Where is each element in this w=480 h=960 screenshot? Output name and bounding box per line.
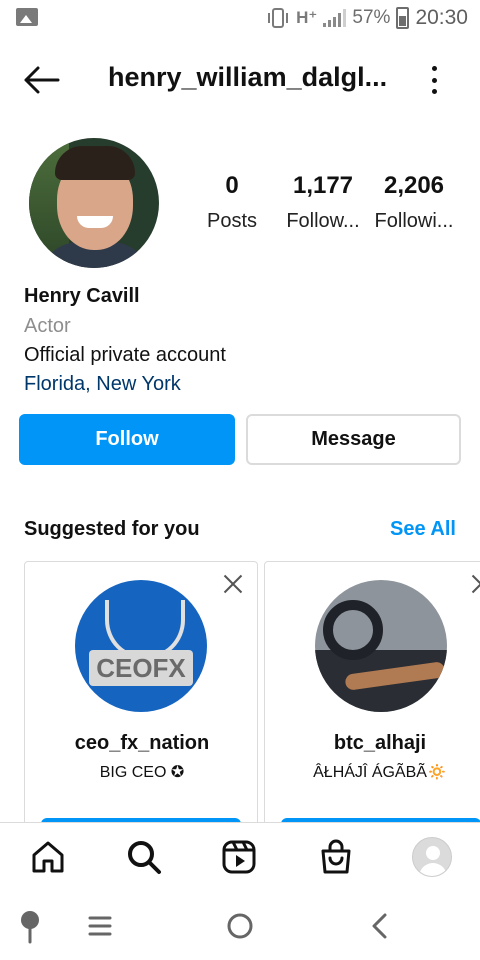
stat-label: Followi... <box>374 210 454 232</box>
home-icon[interactable] <box>28 837 68 877</box>
search-icon[interactable] <box>124 837 164 877</box>
clock: 20:30 <box>415 6 468 29</box>
message-button[interactable]: Message <box>246 414 461 465</box>
stat-label: Posts <box>206 210 258 232</box>
see-all-link[interactable]: See All <box>390 518 456 541</box>
shop-icon[interactable] <box>316 837 356 877</box>
stat-value: 2,206 <box>383 172 445 199</box>
stat-value: 1,177 <box>292 172 354 199</box>
profile-avatar[interactable] <box>29 138 159 268</box>
suggested-username[interactable]: ceo_fx_nation <box>25 732 257 755</box>
status-icons: H⁺ 57% 20:30 <box>266 6 468 30</box>
more-options-icon[interactable] <box>424 64 444 96</box>
assistant-icon[interactable] <box>12 908 48 944</box>
stat-label: Follow... <box>286 210 360 232</box>
profile-header: henry_william_dalgl... <box>0 48 480 112</box>
system-navigation <box>0 890 480 960</box>
suggested-avatar[interactable] <box>315 580 447 712</box>
status-bar: H⁺ 57% 20:30 <box>0 0 480 36</box>
back-chevron-icon[interactable] <box>362 908 398 944</box>
vibrate-icon <box>268 8 289 28</box>
profile-description: Official private account <box>24 344 226 366</box>
suggested-card[interactable]: btc_alhaji ÂŁHÁJÎ ÁGÃBÃ🔅 <box>264 561 480 831</box>
follow-button[interactable]: Follow <box>19 414 235 465</box>
suggested-title: Suggested for you <box>24 518 200 540</box>
suggested-username[interactable]: btc_alhaji <box>265 732 480 755</box>
stat-followers[interactable]: 1,177 Follow... <box>275 172 371 233</box>
gallery-icon <box>16 8 38 26</box>
profile-bio: Henry Cavill Actor Official private acco… <box>24 285 464 402</box>
suggested-avatar[interactable]: CEOFX <box>75 580 207 712</box>
bottom-navigation <box>0 822 480 890</box>
stat-posts[interactable]: 0 Posts <box>184 172 280 233</box>
reels-icon[interactable] <box>219 837 259 877</box>
signal-icon <box>323 9 347 27</box>
recents-icon[interactable] <box>82 908 118 944</box>
network-type: H⁺ <box>296 8 318 27</box>
profile-stats: 0 Posts 1,177 Follow... 2,206 Followi... <box>196 172 466 242</box>
profile-avatar-icon[interactable] <box>412 837 452 877</box>
stat-following[interactable]: 2,206 Followi... <box>366 172 462 233</box>
close-icon[interactable] <box>223 574 243 594</box>
stat-value: 0 <box>225 172 239 199</box>
avatar-text: CEOFX <box>89 650 193 686</box>
battery-charging-icon <box>396 7 410 29</box>
profile-location-link[interactable]: Florida, New York <box>24 373 464 402</box>
profile-category: Actor <box>24 315 71 337</box>
suggested-subtitle: ÂŁHÁJÎ ÁGÃBÃ🔅 <box>313 764 447 781</box>
profile-name: Henry Cavill <box>24 285 140 307</box>
profile-username: henry_william_dalgl... <box>108 62 388 92</box>
home-circle-icon[interactable] <box>222 908 258 944</box>
close-icon[interactable] <box>471 574 480 594</box>
battery-percent: 57% <box>352 7 391 28</box>
suggested-card[interactable]: CEOFX ceo_fx_nation BIG CEO ✪ <box>24 561 258 831</box>
back-arrow-icon[interactable] <box>22 64 62 96</box>
suggested-subtitle: BIG CEO ✪ <box>99 764 185 781</box>
